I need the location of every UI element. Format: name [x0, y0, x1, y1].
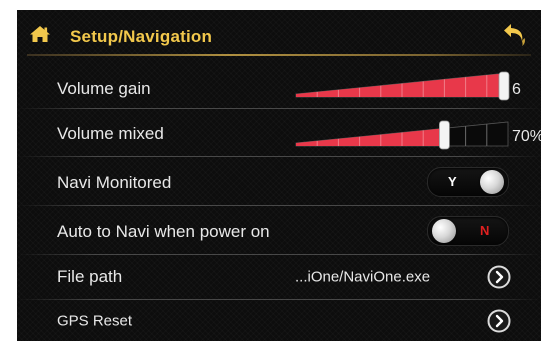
navi-monitored-toggle[interactable]: Y	[427, 167, 509, 197]
row-auto-to-navi: Auto to Navi when power on N	[17, 206, 541, 255]
volume-gain-value: 6	[512, 81, 521, 98]
chevron-right-circle-icon[interactable]	[487, 265, 511, 289]
volume-gain-slider[interactable]	[294, 71, 510, 101]
row-volume-gain: Volume gain 6	[17, 56, 541, 109]
volume-mixed-label: Volume mixed	[57, 124, 164, 143]
slider-knob	[438, 120, 450, 150]
navi-monitored-label: Navi Monitored	[57, 173, 172, 192]
gps-reset-label: GPS Reset	[57, 312, 133, 330]
toggle-state-text: N	[480, 223, 490, 238]
volume-mixed-slider[interactable]	[294, 120, 510, 150]
toggle-knob	[480, 170, 504, 194]
toggle-knob	[432, 219, 456, 243]
file-path-label: File path	[57, 267, 123, 286]
row-volume-mixed: Volume mixed 70%	[17, 108, 541, 157]
page-title: Setup/Navigation	[70, 27, 213, 46]
slider-knob	[498, 71, 510, 101]
home-icon[interactable]	[29, 25, 51, 43]
file-path-value: ...iOne/NaviOne.exe	[295, 268, 431, 286]
row-gps-reset[interactable]: GPS Reset	[17, 300, 541, 341]
toggle-state-text: Y	[448, 174, 457, 189]
volume-gain-label: Volume gain	[57, 79, 151, 98]
chevron-right-circle-icon[interactable]	[487, 309, 511, 333]
slider-fill	[296, 128, 445, 146]
back-arrow-icon[interactable]	[501, 21, 529, 47]
volume-mixed-value: 70%	[512, 128, 541, 145]
auto-to-navi-toggle[interactable]: N	[427, 216, 509, 246]
settings-screen: Setup/Navigation Volume gain 6 Volume mi…	[17, 10, 541, 341]
row-file-path[interactable]: File path ...iOne/NaviOne.exe	[17, 255, 541, 300]
header-bar: Setup/Navigation	[17, 10, 541, 55]
row-navi-monitored: Navi Monitored Y	[17, 157, 541, 206]
auto-to-navi-label: Auto to Navi when power on	[57, 222, 270, 241]
